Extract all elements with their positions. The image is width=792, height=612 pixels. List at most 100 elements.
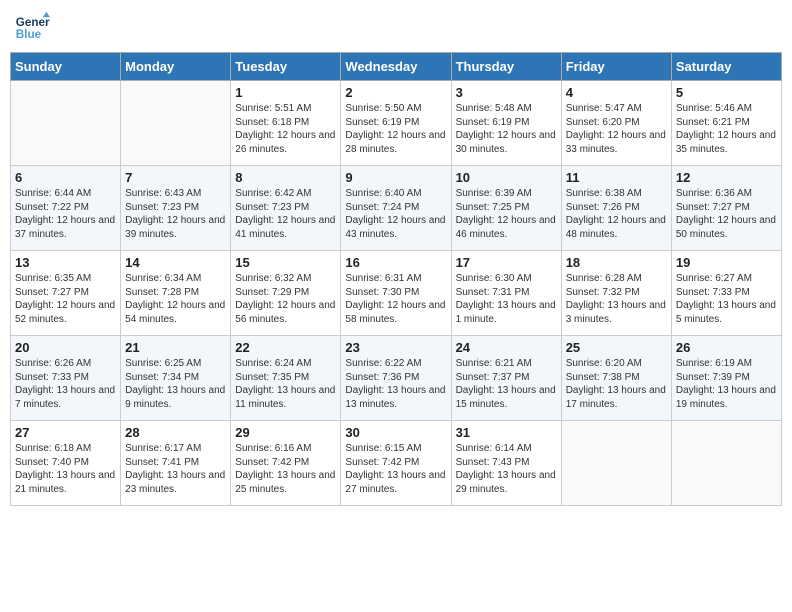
cell-content: Sunrise: 6:31 AM Sunset: 7:30 PM Dayligh…	[345, 272, 446, 326]
calendar-cell: 30Sunrise: 6:15 AM Sunset: 7:42 PM Dayli…	[341, 421, 451, 506]
cell-content: Sunrise: 6:26 AM Sunset: 7:33 PM Dayligh…	[15, 357, 116, 411]
calendar-cell: 21 Sunrise: 6:25 AM Sunset: 7:34 PM Dayli…	[121, 336, 231, 421]
calendar-cell: 10 Sunrise: 6:39 AM Sunset: 7:25 PM Dayli…	[451, 166, 561, 251]
day-number: 5	[676, 85, 777, 100]
calendar-cell: 7Sunrise: 6:43 AM Sunset: 7:23 PM Daylig…	[121, 166, 231, 251]
calendar-week-4: 20 Sunrise: 6:26 AM Sunset: 7:33 PM Dayli…	[11, 336, 782, 421]
weekday-header-sunday: Sunday	[11, 53, 121, 81]
day-number: 26	[676, 340, 777, 355]
calendar-cell: 17 Sunrise: 6:30 AM Sunset: 7:31 PM Dayli…	[451, 251, 561, 336]
calendar-cell	[561, 421, 671, 506]
calendar-cell: 19 Sunrise: 6:27 AM Sunset: 7:33 PM Dayli…	[671, 251, 781, 336]
cell-content: Sunrise: 6:27 AM Sunset: 7:33 PM Dayligh…	[676, 272, 777, 326]
cell-content: Sunrise: 6:35 AM Sunset: 7:27 PM Dayligh…	[15, 272, 116, 326]
cell-content: Sunrise: 6:25 AM Sunset: 7:34 PM Dayligh…	[125, 357, 226, 411]
weekday-header-wednesday: Wednesday	[341, 53, 451, 81]
day-number: 8	[235, 170, 336, 185]
calendar-cell: 22Sunrise: 6:24 AM Sunset: 7:35 PM Dayli…	[231, 336, 341, 421]
calendar-cell: 31 Sunrise: 6:14 AM Sunset: 7:43 PM Dayli…	[451, 421, 561, 506]
logo: General Blue	[14, 10, 50, 46]
calendar-table: SundayMondayTuesdayWednesdayThursdayFrid…	[10, 52, 782, 506]
day-number: 11	[566, 170, 667, 185]
calendar-cell: 12 Sunrise: 6:36 AM Sunset: 7:27 PM Dayli…	[671, 166, 781, 251]
weekday-header-monday: Monday	[121, 53, 231, 81]
calendar-cell	[671, 421, 781, 506]
svg-text:Blue: Blue	[16, 28, 42, 41]
calendar-cell: 14 Sunrise: 6:34 AM Sunset: 7:28 PM Dayli…	[121, 251, 231, 336]
cell-content: Sunrise: 6:16 AM Sunset: 7:42 PM Dayligh…	[235, 442, 336, 496]
day-number: 22	[235, 340, 336, 355]
calendar-cell: 20 Sunrise: 6:26 AM Sunset: 7:33 PM Dayli…	[11, 336, 121, 421]
calendar-week-5: 27Sunrise: 6:18 AM Sunset: 7:40 PM Dayli…	[11, 421, 782, 506]
day-number: 2	[345, 85, 446, 100]
cell-content: Sunrise: 5:50 AM Sunset: 6:19 PM Dayligh…	[345, 102, 446, 156]
cell-content: Sunrise: 6:44 AM Sunset: 7:22 PM Dayligh…	[15, 187, 116, 241]
day-number: 20	[15, 340, 116, 355]
calendar-cell: 26 Sunrise: 6:19 AM Sunset: 7:39 PM Dayli…	[671, 336, 781, 421]
page-header: General Blue	[10, 10, 782, 46]
day-number: 19	[676, 255, 777, 270]
calendar-cell: 6 Sunrise: 6:44 AM Sunset: 7:22 PM Daylig…	[11, 166, 121, 251]
calendar-cell: 16Sunrise: 6:31 AM Sunset: 7:30 PM Dayli…	[341, 251, 451, 336]
day-number: 13	[15, 255, 116, 270]
day-number: 3	[456, 85, 557, 100]
day-number: 10	[456, 170, 557, 185]
calendar-header: SundayMondayTuesdayWednesdayThursdayFrid…	[11, 53, 782, 81]
cell-content: Sunrise: 6:18 AM Sunset: 7:40 PM Dayligh…	[15, 442, 116, 496]
calendar-cell: 23Sunrise: 6:22 AM Sunset: 7:36 PM Dayli…	[341, 336, 451, 421]
cell-content: Sunrise: 6:30 AM Sunset: 7:31 PM Dayligh…	[456, 272, 557, 326]
day-number: 14	[125, 255, 226, 270]
cell-content: Sunrise: 6:40 AM Sunset: 7:24 PM Dayligh…	[345, 187, 446, 241]
weekday-header-thursday: Thursday	[451, 53, 561, 81]
calendar-cell: 8 Sunrise: 6:42 AM Sunset: 7:23 PM Daylig…	[231, 166, 341, 251]
cell-content: Sunrise: 6:15 AM Sunset: 7:42 PM Dayligh…	[345, 442, 446, 496]
cell-content: Sunrise: 6:17 AM Sunset: 7:41 PM Dayligh…	[125, 442, 226, 496]
day-number: 12	[676, 170, 777, 185]
weekday-header-friday: Friday	[561, 53, 671, 81]
calendar-cell	[11, 81, 121, 166]
cell-content: Sunrise: 5:47 AM Sunset: 6:20 PM Dayligh…	[566, 102, 667, 156]
logo-icon: General Blue	[14, 10, 50, 46]
day-number: 17	[456, 255, 557, 270]
calendar-cell: 3 Sunrise: 5:48 AM Sunset: 6:19 PM Daylig…	[451, 81, 561, 166]
day-number: 21	[125, 340, 226, 355]
calendar-cell	[121, 81, 231, 166]
calendar-week-1: 1 Sunrise: 5:51 AM Sunset: 6:18 PM Daylig…	[11, 81, 782, 166]
weekday-header-tuesday: Tuesday	[231, 53, 341, 81]
calendar-cell: 4 Sunrise: 5:47 AM Sunset: 6:20 PM Daylig…	[561, 81, 671, 166]
day-number: 24	[456, 340, 557, 355]
calendar-cell: 15 Sunrise: 6:32 AM Sunset: 7:29 PM Dayli…	[231, 251, 341, 336]
calendar-cell: 5 Sunrise: 5:46 AM Sunset: 6:21 PM Daylig…	[671, 81, 781, 166]
calendar-cell: 11Sunrise: 6:38 AM Sunset: 7:26 PM Dayli…	[561, 166, 671, 251]
cell-content: Sunrise: 6:34 AM Sunset: 7:28 PM Dayligh…	[125, 272, 226, 326]
cell-content: Sunrise: 6:39 AM Sunset: 7:25 PM Dayligh…	[456, 187, 557, 241]
cell-content: Sunrise: 6:42 AM Sunset: 7:23 PM Dayligh…	[235, 187, 336, 241]
day-number: 6	[15, 170, 116, 185]
cell-content: Sunrise: 6:36 AM Sunset: 7:27 PM Dayligh…	[676, 187, 777, 241]
cell-content: Sunrise: 6:21 AM Sunset: 7:37 PM Dayligh…	[456, 357, 557, 411]
calendar-cell: 29 Sunrise: 6:16 AM Sunset: 7:42 PM Dayli…	[231, 421, 341, 506]
calendar-cell: 1 Sunrise: 5:51 AM Sunset: 6:18 PM Daylig…	[231, 81, 341, 166]
day-number: 4	[566, 85, 667, 100]
cell-content: Sunrise: 6:32 AM Sunset: 7:29 PM Dayligh…	[235, 272, 336, 326]
calendar-cell: 24 Sunrise: 6:21 AM Sunset: 7:37 PM Dayli…	[451, 336, 561, 421]
day-number: 28	[125, 425, 226, 440]
day-number: 31	[456, 425, 557, 440]
cell-content: Sunrise: 5:46 AM Sunset: 6:21 PM Dayligh…	[676, 102, 777, 156]
cell-content: Sunrise: 5:48 AM Sunset: 6:19 PM Dayligh…	[456, 102, 557, 156]
cell-content: Sunrise: 6:14 AM Sunset: 7:43 PM Dayligh…	[456, 442, 557, 496]
day-number: 29	[235, 425, 336, 440]
day-number: 15	[235, 255, 336, 270]
cell-content: Sunrise: 6:19 AM Sunset: 7:39 PM Dayligh…	[676, 357, 777, 411]
calendar-cell: 9Sunrise: 6:40 AM Sunset: 7:24 PM Daylig…	[341, 166, 451, 251]
day-number: 1	[235, 85, 336, 100]
day-number: 18	[566, 255, 667, 270]
day-number: 23	[345, 340, 446, 355]
calendar-cell: 27Sunrise: 6:18 AM Sunset: 7:40 PM Dayli…	[11, 421, 121, 506]
calendar-week-3: 13 Sunrise: 6:35 AM Sunset: 7:27 PM Dayli…	[11, 251, 782, 336]
calendar-cell: 25Sunrise: 6:20 AM Sunset: 7:38 PM Dayli…	[561, 336, 671, 421]
cell-content: Sunrise: 5:51 AM Sunset: 6:18 PM Dayligh…	[235, 102, 336, 156]
calendar-cell: 18Sunrise: 6:28 AM Sunset: 7:32 PM Dayli…	[561, 251, 671, 336]
calendar-cell: 2 Sunrise: 5:50 AM Sunset: 6:19 PM Daylig…	[341, 81, 451, 166]
weekday-header-saturday: Saturday	[671, 53, 781, 81]
